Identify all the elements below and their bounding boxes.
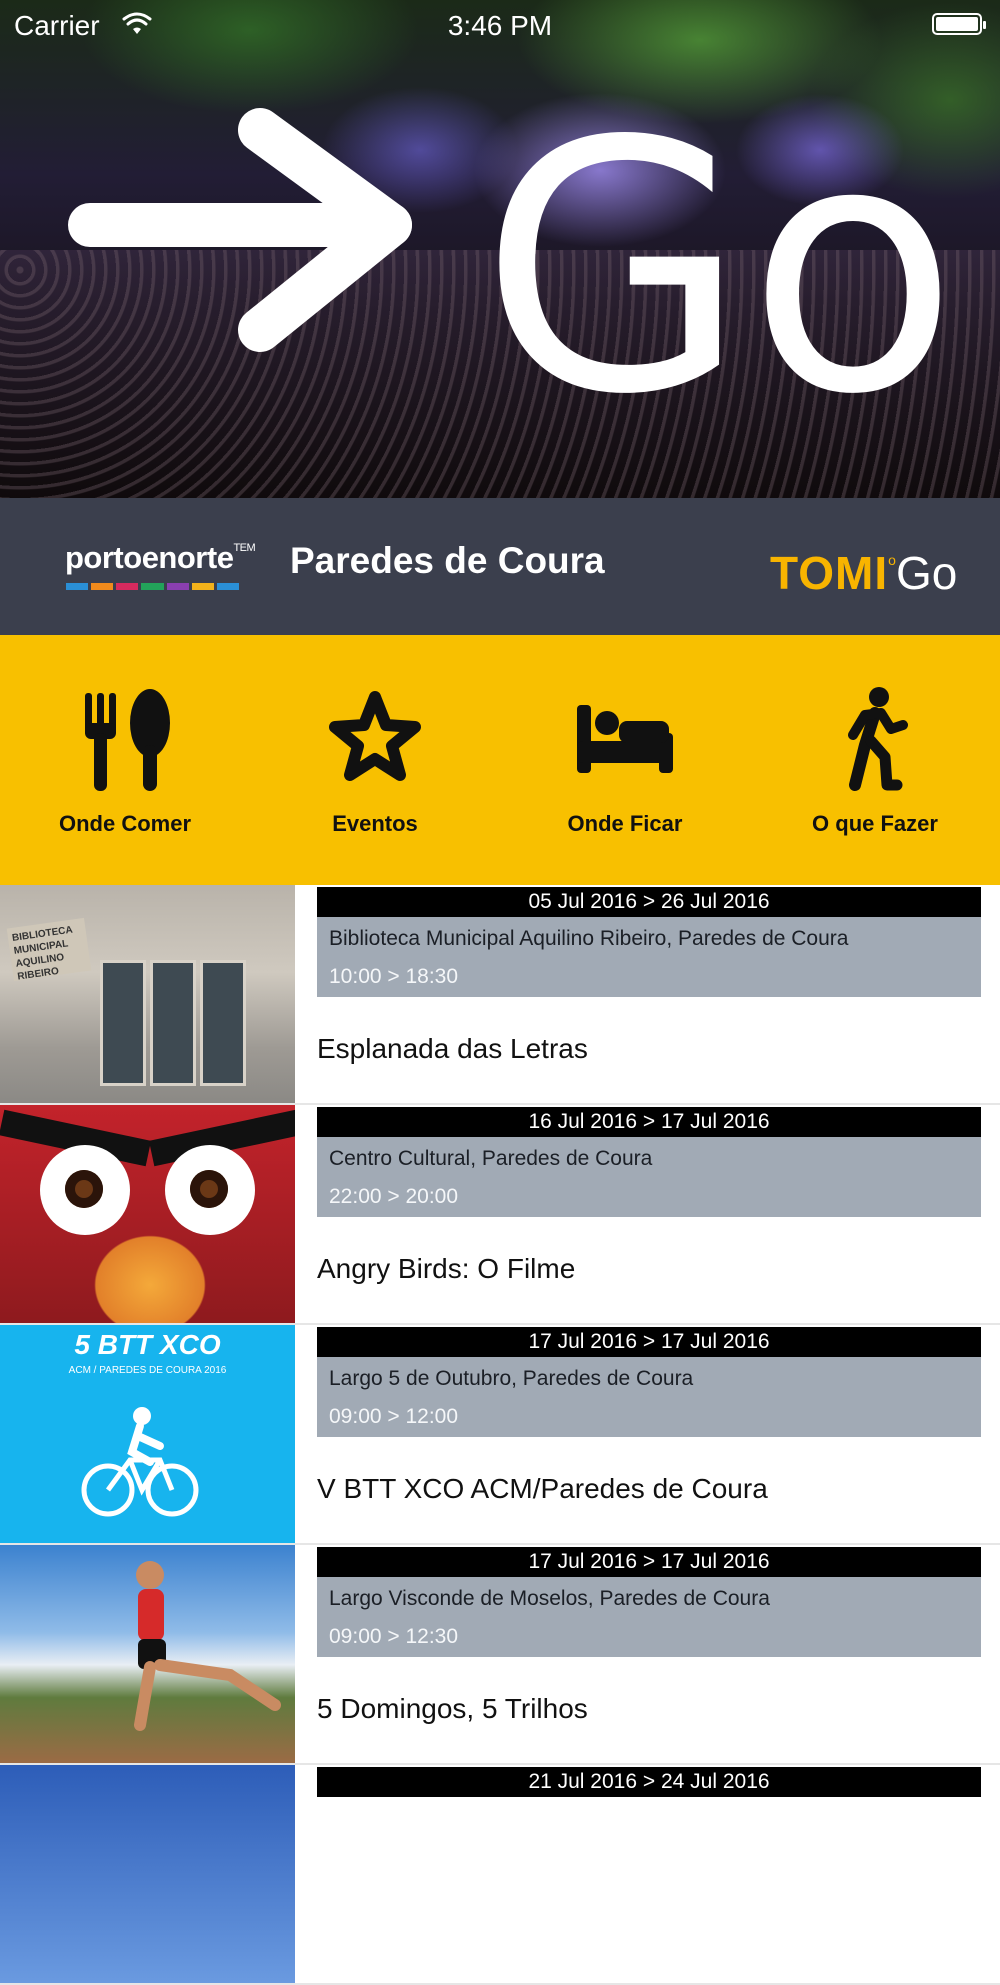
- cyclist-icon: [81, 1407, 199, 1517]
- event-time: 22:00 > 20:00: [329, 1185, 459, 1208]
- status-bar: Carrier 3:46 PM: [0, 0, 1000, 50]
- event-title: Angry Birds: O Filme: [317, 1253, 576, 1284]
- event-row[interactable]: 17 Jul 2016 > 17 Jul 2016 Largo Visconde…: [0, 1545, 1000, 1765]
- event-dates: 17 Jul 2016 > 17 Jul 2016: [317, 1547, 981, 1577]
- event-place: Biblioteca Municipal Aquilino Ribeiro, P…: [329, 927, 849, 950]
- event-thumbnail: [0, 1765, 295, 1983]
- category-bar: Onde Comer Eventos Onde Ficar O que Faze…: [0, 635, 1000, 885]
- runner-photo: [134, 1561, 281, 1731]
- go-logo-text: Go: [480, 90, 958, 410]
- category-label: Eventos: [332, 811, 418, 836]
- fork-spoon-icon: [85, 689, 170, 791]
- library-sign: BIBLIOTECA MUNICIPAL AQUILINO RIBEIRO: [6, 917, 92, 983]
- event-info: Largo Visconde de Moselos, Paredes de Co…: [317, 1577, 981, 1657]
- status-time: 3:46 PM: [447, 10, 553, 41]
- star-icon: [329, 691, 421, 781]
- porto-logo-stripes: [66, 583, 239, 590]
- hero-banner: Go Carrier 3:46 PM: [0, 0, 1000, 498]
- event-dates: 05 Jul 2016 > 26 Jul 2016: [317, 887, 981, 917]
- event-info: Biblioteca Municipal Aquilino Ribeiro, P…: [317, 917, 981, 997]
- event-time: 10:00 > 18:30: [329, 965, 459, 988]
- category-label: Onde Ficar: [567, 811, 683, 836]
- event-thumbnail: BIBLIOTECA MUNICIPAL AQUILINO RIBEIRO: [0, 885, 295, 1103]
- town-title: Paredes de Coura: [290, 540, 605, 581]
- event-row[interactable]: 16 Jul 2016 > 17 Jul 2016 Centro Cultura…: [0, 1105, 1000, 1325]
- event-row[interactable]: 21 Jul 2016 > 24 Jul 2016: [0, 1765, 1000, 1985]
- event-place: Centro Cultural, Paredes de Coura: [329, 1147, 653, 1170]
- tomi-go-logo: TOMIoGo: [770, 547, 958, 599]
- category-onde-comer[interactable]: Onde Comer: [0, 635, 250, 885]
- event-thumbnail: [0, 1105, 295, 1323]
- bike-poster-title: 5 BTT XCO: [74, 1329, 221, 1360]
- event-title: Esplanada das Letras: [317, 1033, 588, 1064]
- event-time: 09:00 > 12:00: [329, 1405, 459, 1428]
- category-onde-ficar[interactable]: Onde Ficar: [500, 635, 750, 885]
- category-label: Onde Comer: [58, 811, 192, 836]
- bed-icon: [577, 705, 673, 773]
- bike-poster-subtitle: ACM / PAREDES DE COURA 2016: [68, 1365, 227, 1376]
- category-eventos[interactable]: Eventos: [250, 635, 500, 885]
- walker-icon: [848, 687, 908, 791]
- event-thumbnail: [0, 1545, 295, 1763]
- category-label: O que Fazer: [812, 811, 938, 836]
- event-place: Largo 5 de Outubro, Paredes de Coura: [329, 1367, 694, 1390]
- event-dates: 16 Jul 2016 > 17 Jul 2016: [317, 1107, 981, 1137]
- event-dates: 21 Jul 2016 > 24 Jul 2016: [317, 1767, 981, 1797]
- category-o-que-fazer[interactable]: O que Fazer: [750, 635, 1000, 885]
- battery-icon: [932, 13, 986, 35]
- porto-e-norte-logo: portoenorteTEM: [65, 540, 256, 575]
- event-title: 5 Domingos, 5 Trilhos: [317, 1693, 588, 1724]
- event-row[interactable]: 5 BTT XCO ACM / PAREDES DE COURA 2016 17…: [0, 1325, 1000, 1545]
- event-dates: 17 Jul 2016 > 17 Jul 2016: [317, 1327, 981, 1357]
- event-place: Largo Visconde de Moselos, Paredes de Co…: [329, 1587, 770, 1610]
- event-title: V BTT XCO ACM/Paredes de Coura: [317, 1473, 768, 1504]
- event-row[interactable]: BIBLIOTECA MUNICIPAL AQUILINO RIBEIRO 05…: [0, 885, 1000, 1105]
- go-arrow-logo: Go: [68, 90, 958, 410]
- event-thumbnail: 5 BTT XCO ACM / PAREDES DE COURA 2016: [0, 1325, 295, 1543]
- events-list: BIBLIOTECA MUNICIPAL AQUILINO RIBEIRO 05…: [0, 885, 1000, 1985]
- event-info: Largo 5 de Outubro, Paredes de Coura 09:…: [317, 1357, 981, 1437]
- event-info: Centro Cultural, Paredes de Coura 22:00 …: [317, 1137, 981, 1217]
- event-time: 09:00 > 12:30: [329, 1625, 459, 1648]
